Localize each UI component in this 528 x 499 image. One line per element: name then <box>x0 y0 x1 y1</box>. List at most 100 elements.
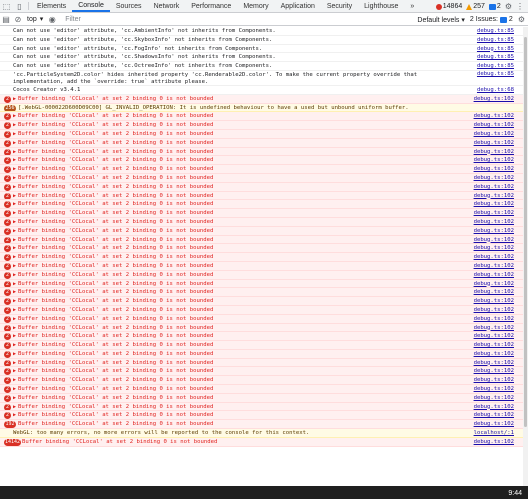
console-error-row[interactable]: 2 ▶ Buffer binding 'CCLocal' at set 2 bind… <box>0 314 528 324</box>
source-link[interactable]: debug.ts:102 <box>474 156 514 164</box>
source-link[interactable]: debug.ts:102 <box>474 394 514 402</box>
source-link[interactable]: debug.ts:102 <box>474 324 514 332</box>
console-error-row[interactable]: 2 ▶ Buffer binding 'CCLocal' at set 2 bind… <box>0 341 528 350</box>
source-link[interactable]: debug.ts:102 <box>474 253 514 261</box>
source-link[interactable]: debug.ts:85 <box>477 27 514 35</box>
console-error-row[interactable]: 2 ▶ Buffer binding 'CCLocal' at set 2 bind… <box>0 279 528 289</box>
console-error-row[interactable]: 2 ▶ Buffer binding 'CCLocal' at set 2 bind… <box>0 253 528 262</box>
source-link[interactable]: debug.ts:102 <box>474 420 514 428</box>
source-link[interactable]: debug.ts:102 <box>474 165 514 173</box>
console-scrollbar[interactable] <box>523 27 528 486</box>
source-link[interactable]: debug.ts:102 <box>474 262 514 270</box>
source-link[interactable]: debug.ts:85 <box>477 62 514 70</box>
more-options-icon[interactable]: ⋮ <box>516 2 524 11</box>
console-error-row[interactable]: 2 ▶ Buffer binding 'CCLocal' at set 2 bind… <box>0 332 528 342</box>
console-error-row[interactable]: 2 ▶ Buffer binding 'CCLocal' at set 2 bind… <box>0 244 528 254</box>
console-error-row[interactable]: 2 ▶ Buffer binding 'CCLocal' at set 2 bind… <box>0 305 528 315</box>
tab-sources[interactable]: Sources <box>110 0 148 12</box>
tab-elements[interactable]: Elements <box>31 0 72 12</box>
console-settings-gear-icon[interactable]: ⚙ <box>518 15 525 24</box>
tab-application[interactable]: Application <box>275 0 321 12</box>
tab-security[interactable]: Security <box>321 0 358 12</box>
tab-console[interactable]: Console <box>72 0 110 12</box>
source-link[interactable]: debug.ts:102 <box>474 280 514 288</box>
console-error-row[interactable]: 2 ▶ Buffer binding 'CCLocal' at set 2 bind… <box>0 226 528 236</box>
source-link[interactable]: debug.ts:102 <box>474 297 514 305</box>
tab-network[interactable]: Network <box>148 0 186 12</box>
source-link[interactable]: debug.ts:102 <box>474 200 514 208</box>
clear-console-icon[interactable]: ⊘ <box>12 15 24 24</box>
source-link[interactable]: debug.ts:85 <box>477 71 514 78</box>
source-link[interactable]: debug.ts:102 <box>474 438 514 446</box>
inspect-element-icon[interactable]: ⬚ <box>0 0 13 12</box>
source-link[interactable]: debug.ts:102 <box>474 288 514 296</box>
source-link[interactable]: debug.ts:102 <box>474 112 514 120</box>
console-error-row[interactable]: 2 ▶ Buffer binding 'CCLocal' at set 2 bind… <box>0 358 528 368</box>
console-error-row[interactable]: 2 ▶ Buffer binding 'CCLocal' at set 2 bind… <box>0 402 528 412</box>
console-error-row[interactable]: 2 ▶ Buffer binding 'CCLocal' at set 2 bind… <box>0 138 528 148</box>
source-link[interactable]: debug.ts:102 <box>474 244 514 252</box>
console-error-row[interactable]: 2 ▶ Buffer binding 'CCLocal' at set 2 bind… <box>0 173 528 183</box>
tab-performance[interactable]: Performance <box>185 0 237 12</box>
scrollbar-thumb[interactable] <box>524 37 527 427</box>
console-error-row[interactable]: 2 ▶ Buffer binding 'CCLocal' at set 2 bind… <box>0 129 528 139</box>
console-error-row[interactable]: 2 ▶ Buffer binding 'CCLocal' at set 2 bind… <box>0 217 528 227</box>
console-error-row[interactable]: 2 ▶ Buffer binding 'CCLocal' at set 2 bind… <box>0 385 528 394</box>
console-error-row[interactable]: 2 ▶ Buffer binding 'CCLocal' at set 2 bind… <box>0 288 528 298</box>
sidebar-toggle-icon[interactable]: ▤ <box>0 15 12 24</box>
log-levels-dropdown[interactable]: Default levels ▾ <box>417 16 465 24</box>
filter-input[interactable]: Filter <box>62 14 322 24</box>
tab-memory[interactable]: Memory <box>237 0 274 12</box>
console-error-row[interactable]: 2 ▶ Buffer binding 'CCLocal' at set 2 bind… <box>0 270 528 280</box>
console-error-row[interactable]: 2 ▶ Buffer binding 'CCLocal' at set 2 bind… <box>0 323 528 333</box>
console-error-row[interactable]: 2 ▶ Buffer binding 'CCLocal' at set 2 bind… <box>0 112 528 122</box>
console-error-row[interactable]: 2 ▶ Buffer binding 'CCLocal' at set 2 bind… <box>0 367 528 377</box>
source-link[interactable]: debug.ts:102 <box>474 306 514 314</box>
source-link[interactable]: debug.ts:102 <box>474 271 514 279</box>
source-link[interactable]: debug.ts:85 <box>477 53 514 61</box>
console-error-row[interactable]: 2 ▶ Buffer binding 'CCLocal' at set 2 bind… <box>0 156 528 166</box>
source-link[interactable]: debug.ts:102 <box>474 359 514 367</box>
info-count-badge[interactable]: 2 <box>488 3 501 10</box>
warning-count-badge[interactable]: 257 <box>466 3 485 10</box>
source-link[interactable]: debug.ts:102 <box>474 139 514 147</box>
source-link[interactable]: debug.ts:102 <box>474 227 514 235</box>
device-toolbar-icon[interactable]: ▯ <box>13 0 26 12</box>
source-link[interactable]: debug.ts:102 <box>474 95 514 103</box>
console-error-row[interactable]: 2 ▶ Buffer binding 'CCLocal' at set 2 bind… <box>0 200 528 210</box>
console-error-row[interactable]: 2 ▶ Buffer binding 'CCLocal' at set 2 bind… <box>0 191 528 201</box>
source-link[interactable]: debug.ts:102 <box>474 174 514 182</box>
console-error-row[interactable]: 192 Buffer binding 'CCLocal' at set 2 bi… <box>0 420 528 430</box>
source-link[interactable]: debug.ts:102 <box>474 148 514 156</box>
console-error-row[interactable]: 14142 Buffer binding 'CCLocal' at set 2 … <box>0 437 528 447</box>
source-link[interactable]: debug.ts:102 <box>474 385 514 393</box>
source-link[interactable]: debug.ts:102 <box>474 183 514 191</box>
console-error-row[interactable]: 2 ▶ Buffer binding 'CCLocal' at set 2 bind… <box>0 147 528 157</box>
source-link[interactable]: debug.ts:102 <box>474 403 514 411</box>
tab-lighthouse[interactable]: Lighthouse <box>358 0 404 12</box>
source-link[interactable]: debug.ts:102 <box>474 350 514 358</box>
context-selector[interactable]: top ▾ <box>24 15 46 24</box>
source-link[interactable]: debug.ts:102 <box>474 315 514 323</box>
source-link[interactable]: debug.ts:102 <box>474 236 514 244</box>
source-link[interactable]: debug.ts:102 <box>474 367 514 375</box>
source-link[interactable]: debug.ts:85 <box>477 45 514 53</box>
console-error-row[interactable]: 2 ▶ Buffer binding 'CCLocal' at set 2 bind… <box>0 393 528 403</box>
console-error-row[interactable]: 2 ▶ Buffer binding 'CCLocal' at set 2 bind… <box>0 165 528 174</box>
console-error-row[interactable]: 2 ▶ Buffer binding 'CCLocal' at set 2 bind… <box>0 376 528 386</box>
source-link[interactable]: debug.ts:102 <box>474 192 514 200</box>
settings-gear-icon[interactable]: ⚙ <box>505 2 512 11</box>
source-link[interactable]: debug.ts:102 <box>474 121 514 129</box>
source-link[interactable]: debug.ts:102 <box>474 411 514 419</box>
source-link[interactable]: debug.ts:68 <box>477 86 514 94</box>
source-link[interactable]: debug.ts:102 <box>474 209 514 217</box>
source-link[interactable]: localhost/:1 <box>474 429 514 437</box>
source-link[interactable]: debug.ts:102 <box>474 341 514 349</box>
source-link[interactable]: debug.ts:102 <box>474 376 514 384</box>
console-error-row[interactable]: 2 ▶ Buffer binding 'CCLocal' at set 2 bind… <box>0 121 528 130</box>
console-error-row[interactable]: 2 ▶ Buffer binding 'CCLocal' at set 2 bind… <box>0 209 528 218</box>
console-error-row[interactable]: 2 ▶ Buffer binding 'CCLocal' at set 2 bind… <box>0 182 528 192</box>
console-error-row[interactable]: 2 ▶ Buffer binding 'CCLocal' at set 2 bind… <box>0 235 528 245</box>
more-tabs-button[interactable]: » <box>404 0 420 12</box>
console-error-row[interactable]: 2 ▶ Buffer binding 'CCLocal' at set 2 bind… <box>0 411 528 421</box>
